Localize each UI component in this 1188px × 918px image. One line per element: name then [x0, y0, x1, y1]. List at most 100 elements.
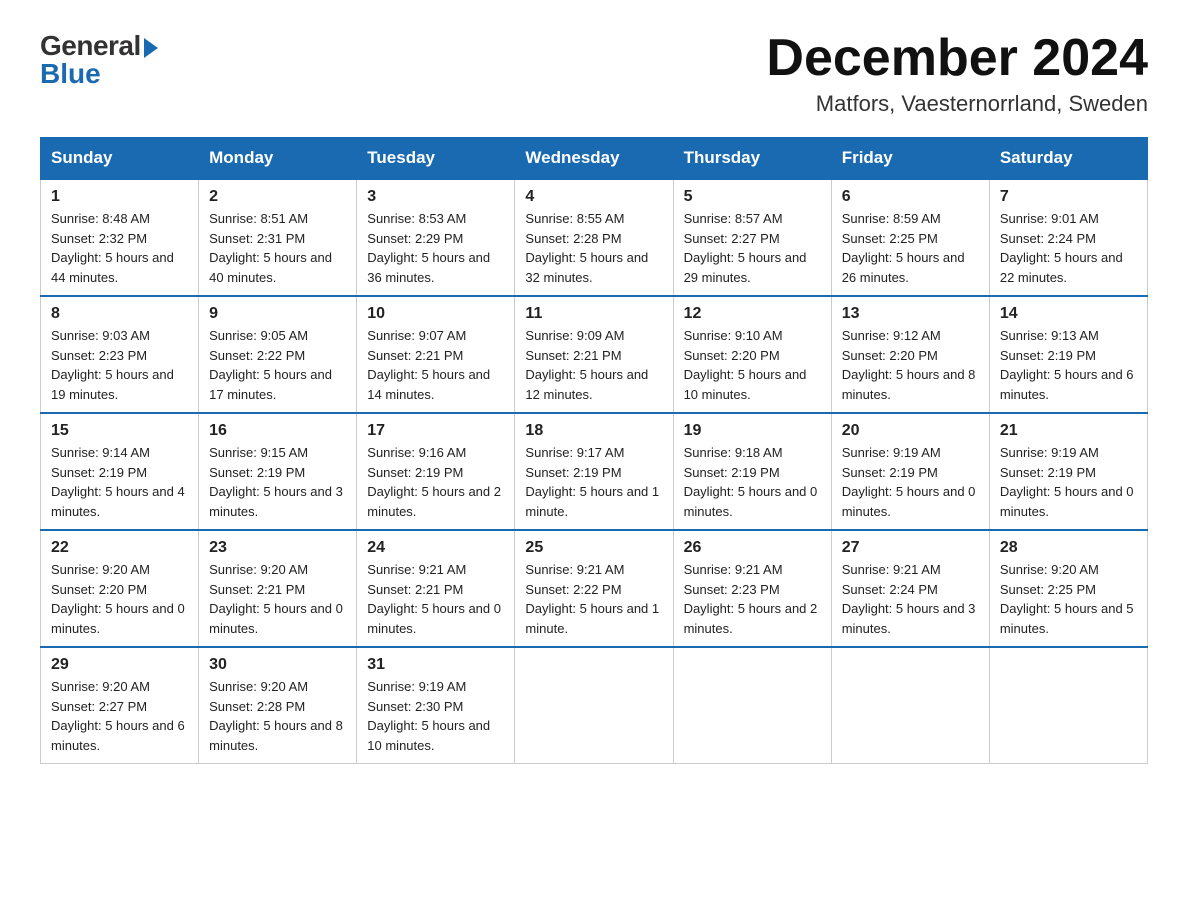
calendar-day: 25 Sunrise: 9:21 AMSunset: 2:22 PMDaylig… [515, 530, 673, 647]
header-monday: Monday [199, 138, 357, 180]
calendar-day: 22 Sunrise: 9:20 AMSunset: 2:20 PMDaylig… [41, 530, 199, 647]
calendar-day: 31 Sunrise: 9:19 AMSunset: 2:30 PMDaylig… [357, 647, 515, 764]
location: Matfors, Vaesternorrland, Sweden [766, 91, 1148, 117]
day-info: Sunrise: 9:17 AMSunset: 2:19 PMDaylight:… [525, 443, 662, 521]
day-number: 10 [367, 305, 504, 323]
header-thursday: Thursday [673, 138, 831, 180]
day-number: 14 [1000, 305, 1137, 323]
day-info: Sunrise: 9:12 AMSunset: 2:20 PMDaylight:… [842, 326, 979, 404]
day-info: Sunrise: 9:21 AMSunset: 2:22 PMDaylight:… [525, 560, 662, 638]
day-number: 21 [1000, 422, 1137, 440]
header-row: Sunday Monday Tuesday Wednesday Thursday… [41, 138, 1148, 180]
calendar-day [989, 647, 1147, 764]
day-number: 8 [51, 305, 188, 323]
calendar-day: 14 Sunrise: 9:13 AMSunset: 2:19 PMDaylig… [989, 296, 1147, 413]
day-number: 19 [684, 422, 821, 440]
day-number: 7 [1000, 188, 1137, 206]
day-info: Sunrise: 9:20 AMSunset: 2:28 PMDaylight:… [209, 677, 346, 755]
day-number: 11 [525, 305, 662, 323]
day-number: 25 [525, 539, 662, 557]
calendar-day: 16 Sunrise: 9:15 AMSunset: 2:19 PMDaylig… [199, 413, 357, 530]
calendar-day: 9 Sunrise: 9:05 AMSunset: 2:22 PMDayligh… [199, 296, 357, 413]
calendar-day: 19 Sunrise: 9:18 AMSunset: 2:19 PMDaylig… [673, 413, 831, 530]
calendar-day: 2 Sunrise: 8:51 AMSunset: 2:31 PMDayligh… [199, 179, 357, 296]
day-number: 31 [367, 656, 504, 674]
day-info: Sunrise: 9:10 AMSunset: 2:20 PMDaylight:… [684, 326, 821, 404]
calendar-day: 5 Sunrise: 8:57 AMSunset: 2:27 PMDayligh… [673, 179, 831, 296]
calendar-day: 6 Sunrise: 8:59 AMSunset: 2:25 PMDayligh… [831, 179, 989, 296]
logo-blue-text: Blue [40, 58, 101, 90]
calendar-day: 26 Sunrise: 9:21 AMSunset: 2:23 PMDaylig… [673, 530, 831, 647]
calendar-day: 4 Sunrise: 8:55 AMSunset: 2:28 PMDayligh… [515, 179, 673, 296]
calendar-day: 30 Sunrise: 9:20 AMSunset: 2:28 PMDaylig… [199, 647, 357, 764]
calendar-day: 28 Sunrise: 9:20 AMSunset: 2:25 PMDaylig… [989, 530, 1147, 647]
header-saturday: Saturday [989, 138, 1147, 180]
day-info: Sunrise: 9:05 AMSunset: 2:22 PMDaylight:… [209, 326, 346, 404]
calendar-day: 20 Sunrise: 9:19 AMSunset: 2:19 PMDaylig… [831, 413, 989, 530]
calendar-day: 27 Sunrise: 9:21 AMSunset: 2:24 PMDaylig… [831, 530, 989, 647]
day-info: Sunrise: 9:15 AMSunset: 2:19 PMDaylight:… [209, 443, 346, 521]
day-info: Sunrise: 9:19 AMSunset: 2:19 PMDaylight:… [842, 443, 979, 521]
day-info: Sunrise: 8:59 AMSunset: 2:25 PMDaylight:… [842, 209, 979, 287]
day-number: 6 [842, 188, 979, 206]
calendar-day: 7 Sunrise: 9:01 AMSunset: 2:24 PMDayligh… [989, 179, 1147, 296]
day-info: Sunrise: 9:19 AMSunset: 2:19 PMDaylight:… [1000, 443, 1137, 521]
logo: General Blue [40, 30, 158, 90]
day-number: 9 [209, 305, 346, 323]
day-info: Sunrise: 9:18 AMSunset: 2:19 PMDaylight:… [684, 443, 821, 521]
title-area: December 2024 Matfors, Vaesternorrland, … [766, 30, 1148, 117]
day-info: Sunrise: 9:20 AMSunset: 2:21 PMDaylight:… [209, 560, 346, 638]
calendar-week-3: 15 Sunrise: 9:14 AMSunset: 2:19 PMDaylig… [41, 413, 1148, 530]
day-number: 16 [209, 422, 346, 440]
calendar-day [673, 647, 831, 764]
day-number: 28 [1000, 539, 1137, 557]
day-info: Sunrise: 9:21 AMSunset: 2:23 PMDaylight:… [684, 560, 821, 638]
calendar-week-2: 8 Sunrise: 9:03 AMSunset: 2:23 PMDayligh… [41, 296, 1148, 413]
header-sunday: Sunday [41, 138, 199, 180]
day-number: 4 [525, 188, 662, 206]
day-info: Sunrise: 8:57 AMSunset: 2:27 PMDaylight:… [684, 209, 821, 287]
day-info: Sunrise: 9:21 AMSunset: 2:24 PMDaylight:… [842, 560, 979, 638]
day-info: Sunrise: 8:55 AMSunset: 2:28 PMDaylight:… [525, 209, 662, 287]
day-number: 18 [525, 422, 662, 440]
day-number: 27 [842, 539, 979, 557]
day-number: 1 [51, 188, 188, 206]
page-header: General Blue December 2024 Matfors, Vaes… [40, 30, 1148, 117]
day-number: 30 [209, 656, 346, 674]
day-number: 20 [842, 422, 979, 440]
calendar-day: 8 Sunrise: 9:03 AMSunset: 2:23 PMDayligh… [41, 296, 199, 413]
calendar-week-4: 22 Sunrise: 9:20 AMSunset: 2:20 PMDaylig… [41, 530, 1148, 647]
day-info: Sunrise: 9:21 AMSunset: 2:21 PMDaylight:… [367, 560, 504, 638]
day-number: 17 [367, 422, 504, 440]
calendar-day [831, 647, 989, 764]
calendar-day: 29 Sunrise: 9:20 AMSunset: 2:27 PMDaylig… [41, 647, 199, 764]
day-info: Sunrise: 9:01 AMSunset: 2:24 PMDaylight:… [1000, 209, 1137, 287]
calendar-day: 24 Sunrise: 9:21 AMSunset: 2:21 PMDaylig… [357, 530, 515, 647]
calendar-table: Sunday Monday Tuesday Wednesday Thursday… [40, 137, 1148, 764]
day-info: Sunrise: 9:03 AMSunset: 2:23 PMDaylight:… [51, 326, 188, 404]
day-info: Sunrise: 8:51 AMSunset: 2:31 PMDaylight:… [209, 209, 346, 287]
calendar-day [515, 647, 673, 764]
day-number: 3 [367, 188, 504, 206]
day-info: Sunrise: 9:16 AMSunset: 2:19 PMDaylight:… [367, 443, 504, 521]
day-number: 12 [684, 305, 821, 323]
calendar-day: 18 Sunrise: 9:17 AMSunset: 2:19 PMDaylig… [515, 413, 673, 530]
day-info: Sunrise: 9:20 AMSunset: 2:25 PMDaylight:… [1000, 560, 1137, 638]
day-number: 15 [51, 422, 188, 440]
calendar-day: 17 Sunrise: 9:16 AMSunset: 2:19 PMDaylig… [357, 413, 515, 530]
calendar-week-1: 1 Sunrise: 8:48 AMSunset: 2:32 PMDayligh… [41, 179, 1148, 296]
day-number: 26 [684, 539, 821, 557]
day-number: 24 [367, 539, 504, 557]
day-number: 2 [209, 188, 346, 206]
day-number: 29 [51, 656, 188, 674]
calendar-day: 21 Sunrise: 9:19 AMSunset: 2:19 PMDaylig… [989, 413, 1147, 530]
day-number: 23 [209, 539, 346, 557]
day-info: Sunrise: 9:20 AMSunset: 2:27 PMDaylight:… [51, 677, 188, 755]
day-number: 5 [684, 188, 821, 206]
logo-arrow-icon [144, 38, 158, 58]
header-friday: Friday [831, 138, 989, 180]
calendar-day: 1 Sunrise: 8:48 AMSunset: 2:32 PMDayligh… [41, 179, 199, 296]
day-info: Sunrise: 9:14 AMSunset: 2:19 PMDaylight:… [51, 443, 188, 521]
day-number: 22 [51, 539, 188, 557]
calendar-day: 3 Sunrise: 8:53 AMSunset: 2:29 PMDayligh… [357, 179, 515, 296]
